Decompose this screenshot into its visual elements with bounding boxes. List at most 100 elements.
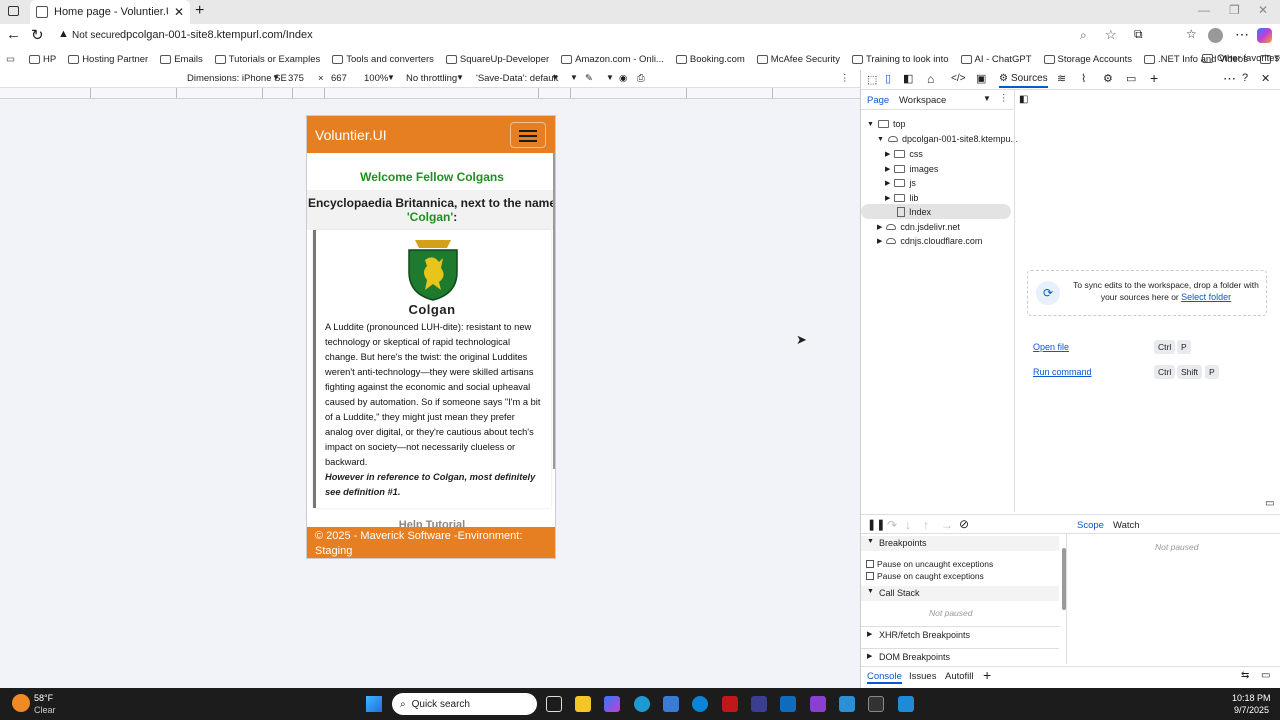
dropdown-caret-icon[interactable]: ▼ bbox=[272, 73, 280, 82]
favorite-item[interactable]: McAfee Security bbox=[753, 54, 844, 65]
tab-console[interactable]: Console bbox=[867, 671, 902, 684]
favorite-star-icon[interactable]: ☆ bbox=[1105, 27, 1117, 43]
sidebar-icon[interactable]: ◧ bbox=[903, 72, 913, 85]
open-file-link[interactable]: Open file bbox=[1033, 342, 1069, 352]
close-devtools-icon[interactable]: ✕ bbox=[1261, 72, 1270, 85]
pen-icon[interactable]: ✎ bbox=[585, 73, 593, 84]
elements-icon[interactable]: </> bbox=[951, 73, 965, 84]
minimize-icon[interactable]: — bbox=[1198, 3, 1210, 17]
outlook-icon[interactable] bbox=[780, 696, 796, 712]
tab-workspace[interactable]: Workspace bbox=[899, 95, 946, 106]
refresh-icon[interactable]: ↻ bbox=[31, 26, 44, 44]
zoom-icon[interactable]: ⌕ bbox=[1080, 28, 1087, 43]
edge-icon[interactable] bbox=[634, 696, 650, 712]
favorite-item[interactable]: Tools and converters bbox=[328, 54, 438, 65]
help-icon[interactable]: ? bbox=[1242, 72, 1248, 84]
run-command-link[interactable]: Run command bbox=[1033, 367, 1092, 377]
store-icon[interactable] bbox=[663, 696, 679, 712]
clock-date[interactable]: 9/7/2025 bbox=[1234, 705, 1269, 715]
network-icon[interactable]: ≋ bbox=[1057, 72, 1066, 85]
step-into-icon[interactable]: ↓ bbox=[905, 518, 911, 532]
device-toggle-icon[interactable]: ▯ bbox=[885, 72, 891, 85]
width-input[interactable]: 375 bbox=[288, 73, 304, 84]
favorite-item[interactable]: Hosting Partner bbox=[64, 54, 152, 65]
select-folder-link[interactable]: Select folder bbox=[1181, 292, 1231, 302]
dom-header[interactable]: ▶ DOM Breakpoints bbox=[861, 648, 1059, 663]
save-data-select[interactable]: 'Save-Data': default bbox=[476, 73, 558, 84]
warning-icon[interactable]: ▲ bbox=[58, 28, 69, 40]
rotate-caret-icon[interactable]: ▼ bbox=[570, 73, 578, 82]
tree-file-index[interactable]: Index bbox=[861, 204, 1011, 219]
capture-icon[interactable]: ⎙ bbox=[637, 73, 645, 84]
favorite-item[interactable]: Tutorials or Examples bbox=[211, 54, 325, 65]
more-tools-icon[interactable]: + bbox=[1150, 70, 1158, 86]
browser-tab[interactable]: Home page - Voluntier.UI ✕ bbox=[30, 0, 190, 24]
clock-time[interactable]: 10:18 PM bbox=[1232, 693, 1271, 703]
eye-icon[interactable]: ◉ bbox=[619, 73, 627, 84]
close-tab-icon[interactable]: ✕ bbox=[174, 5, 184, 19]
url-field[interactable]: dpcolgan-001-site8.ktempurl.com/Index bbox=[120, 29, 313, 41]
pause-icon[interactable]: ❚❚ bbox=[867, 518, 885, 531]
step-over-icon[interactable]: ↷ bbox=[887, 518, 897, 532]
workspace-drop-zone[interactable]: ⟳ To sync edits to the workspace, drop a… bbox=[1027, 270, 1267, 316]
tab-autofill[interactable]: Autofill bbox=[945, 671, 974, 682]
inspect-icon[interactable]: ⬚ bbox=[867, 73, 877, 86]
weather-temp[interactable]: 58°F bbox=[34, 693, 53, 703]
collections-icon[interactable]: ☆ bbox=[1186, 27, 1197, 41]
copilot-icon[interactable] bbox=[1257, 28, 1272, 43]
file-explorer-icon[interactable] bbox=[575, 696, 591, 712]
tab-watch[interactable]: Watch bbox=[1113, 520, 1140, 531]
favorite-item[interactable]: Storage Accounts bbox=[1040, 54, 1136, 65]
tab-actions-icon[interactable] bbox=[8, 6, 19, 16]
apps-icon[interactable]: ▭ bbox=[6, 54, 15, 65]
tree-folder-css[interactable]: ▶ css bbox=[885, 147, 923, 161]
page-scrollbar[interactable] bbox=[553, 153, 555, 469]
application-icon[interactable]: ▭ bbox=[1126, 72, 1136, 85]
visual-studio-icon[interactable] bbox=[810, 696, 826, 712]
favorite-item[interactable]: SquareUp-Developer bbox=[442, 54, 553, 65]
back-icon[interactable]: ← bbox=[6, 26, 21, 43]
tree-folder-images[interactable]: ▶ images bbox=[885, 162, 938, 176]
favorite-item[interactable]: AI - ChatGPT bbox=[957, 54, 1036, 65]
breakpoints-header[interactable]: ▼ Breakpoints bbox=[861, 536, 1059, 551]
zoom-caret-icon[interactable]: ▼ bbox=[387, 73, 395, 82]
tree-top[interactable]: ▼ top bbox=[867, 117, 905, 131]
security-label[interactable]: Not secure bbox=[72, 30, 120, 41]
caret-icon[interactable]: ▼ bbox=[606, 73, 614, 82]
tab-scope[interactable]: Scope bbox=[1077, 520, 1104, 531]
php-icon[interactable] bbox=[751, 696, 767, 712]
step-icon[interactable]: → bbox=[941, 518, 953, 532]
favorite-item[interactable]: Training to look into bbox=[848, 54, 953, 65]
sources-tab[interactable]: ⚙ Sources bbox=[999, 73, 1048, 88]
throttling-select[interactable]: No throttling bbox=[406, 73, 457, 84]
tree-site[interactable]: ▼ dpcolgan-001-site8.ktempu... bbox=[877, 132, 1018, 146]
step-out-icon[interactable]: ↑ bbox=[923, 518, 929, 532]
terminal-icon[interactable] bbox=[868, 696, 884, 712]
task-view-icon[interactable] bbox=[546, 696, 562, 712]
tab-page[interactable]: Page bbox=[867, 95, 889, 106]
favorite-item[interactable]: Emails bbox=[156, 54, 207, 65]
call-stack-header[interactable]: ▼ Call Stack bbox=[861, 586, 1059, 601]
pause-caught-checkbox[interactable] bbox=[866, 572, 874, 580]
weather-text[interactable]: Clear bbox=[34, 705, 56, 715]
profile-avatar[interactable] bbox=[1208, 28, 1223, 43]
memory-icon[interactable]: ⚙ bbox=[1103, 72, 1113, 85]
subtabs-kebab-icon[interactable]: ⋮ bbox=[999, 93, 1009, 104]
welcome-home-icon[interactable]: ⌂ bbox=[927, 72, 934, 86]
tree-folder-js[interactable]: ▶ js bbox=[885, 176, 916, 190]
hamburger-menu-icon[interactable] bbox=[510, 122, 546, 148]
devtools-menu-icon[interactable]: ⋯ bbox=[1223, 71, 1236, 87]
new-tab-icon[interactable]: + bbox=[195, 2, 204, 20]
notepad-icon[interactable] bbox=[839, 696, 855, 712]
more-menu-icon[interactable]: ⋯ bbox=[1235, 26, 1249, 43]
console-icon[interactable]: ▣ bbox=[976, 72, 986, 85]
pause-uncaught-checkbox[interactable] bbox=[866, 560, 874, 568]
favorite-item[interactable]: Booking.com bbox=[672, 54, 749, 65]
restore-icon[interactable]: ❐ bbox=[1229, 3, 1240, 17]
help-app-icon[interactable] bbox=[692, 696, 708, 712]
vscode-icon[interactable] bbox=[898, 696, 914, 712]
favorite-item[interactable]: Amazon.com - Onli... bbox=[557, 54, 668, 65]
other-favorites[interactable]: Other favorites bbox=[1202, 53, 1279, 64]
close-window-icon[interactable]: ✕ bbox=[1258, 3, 1268, 17]
throttle-caret-icon[interactable]: ▼ bbox=[456, 73, 464, 82]
